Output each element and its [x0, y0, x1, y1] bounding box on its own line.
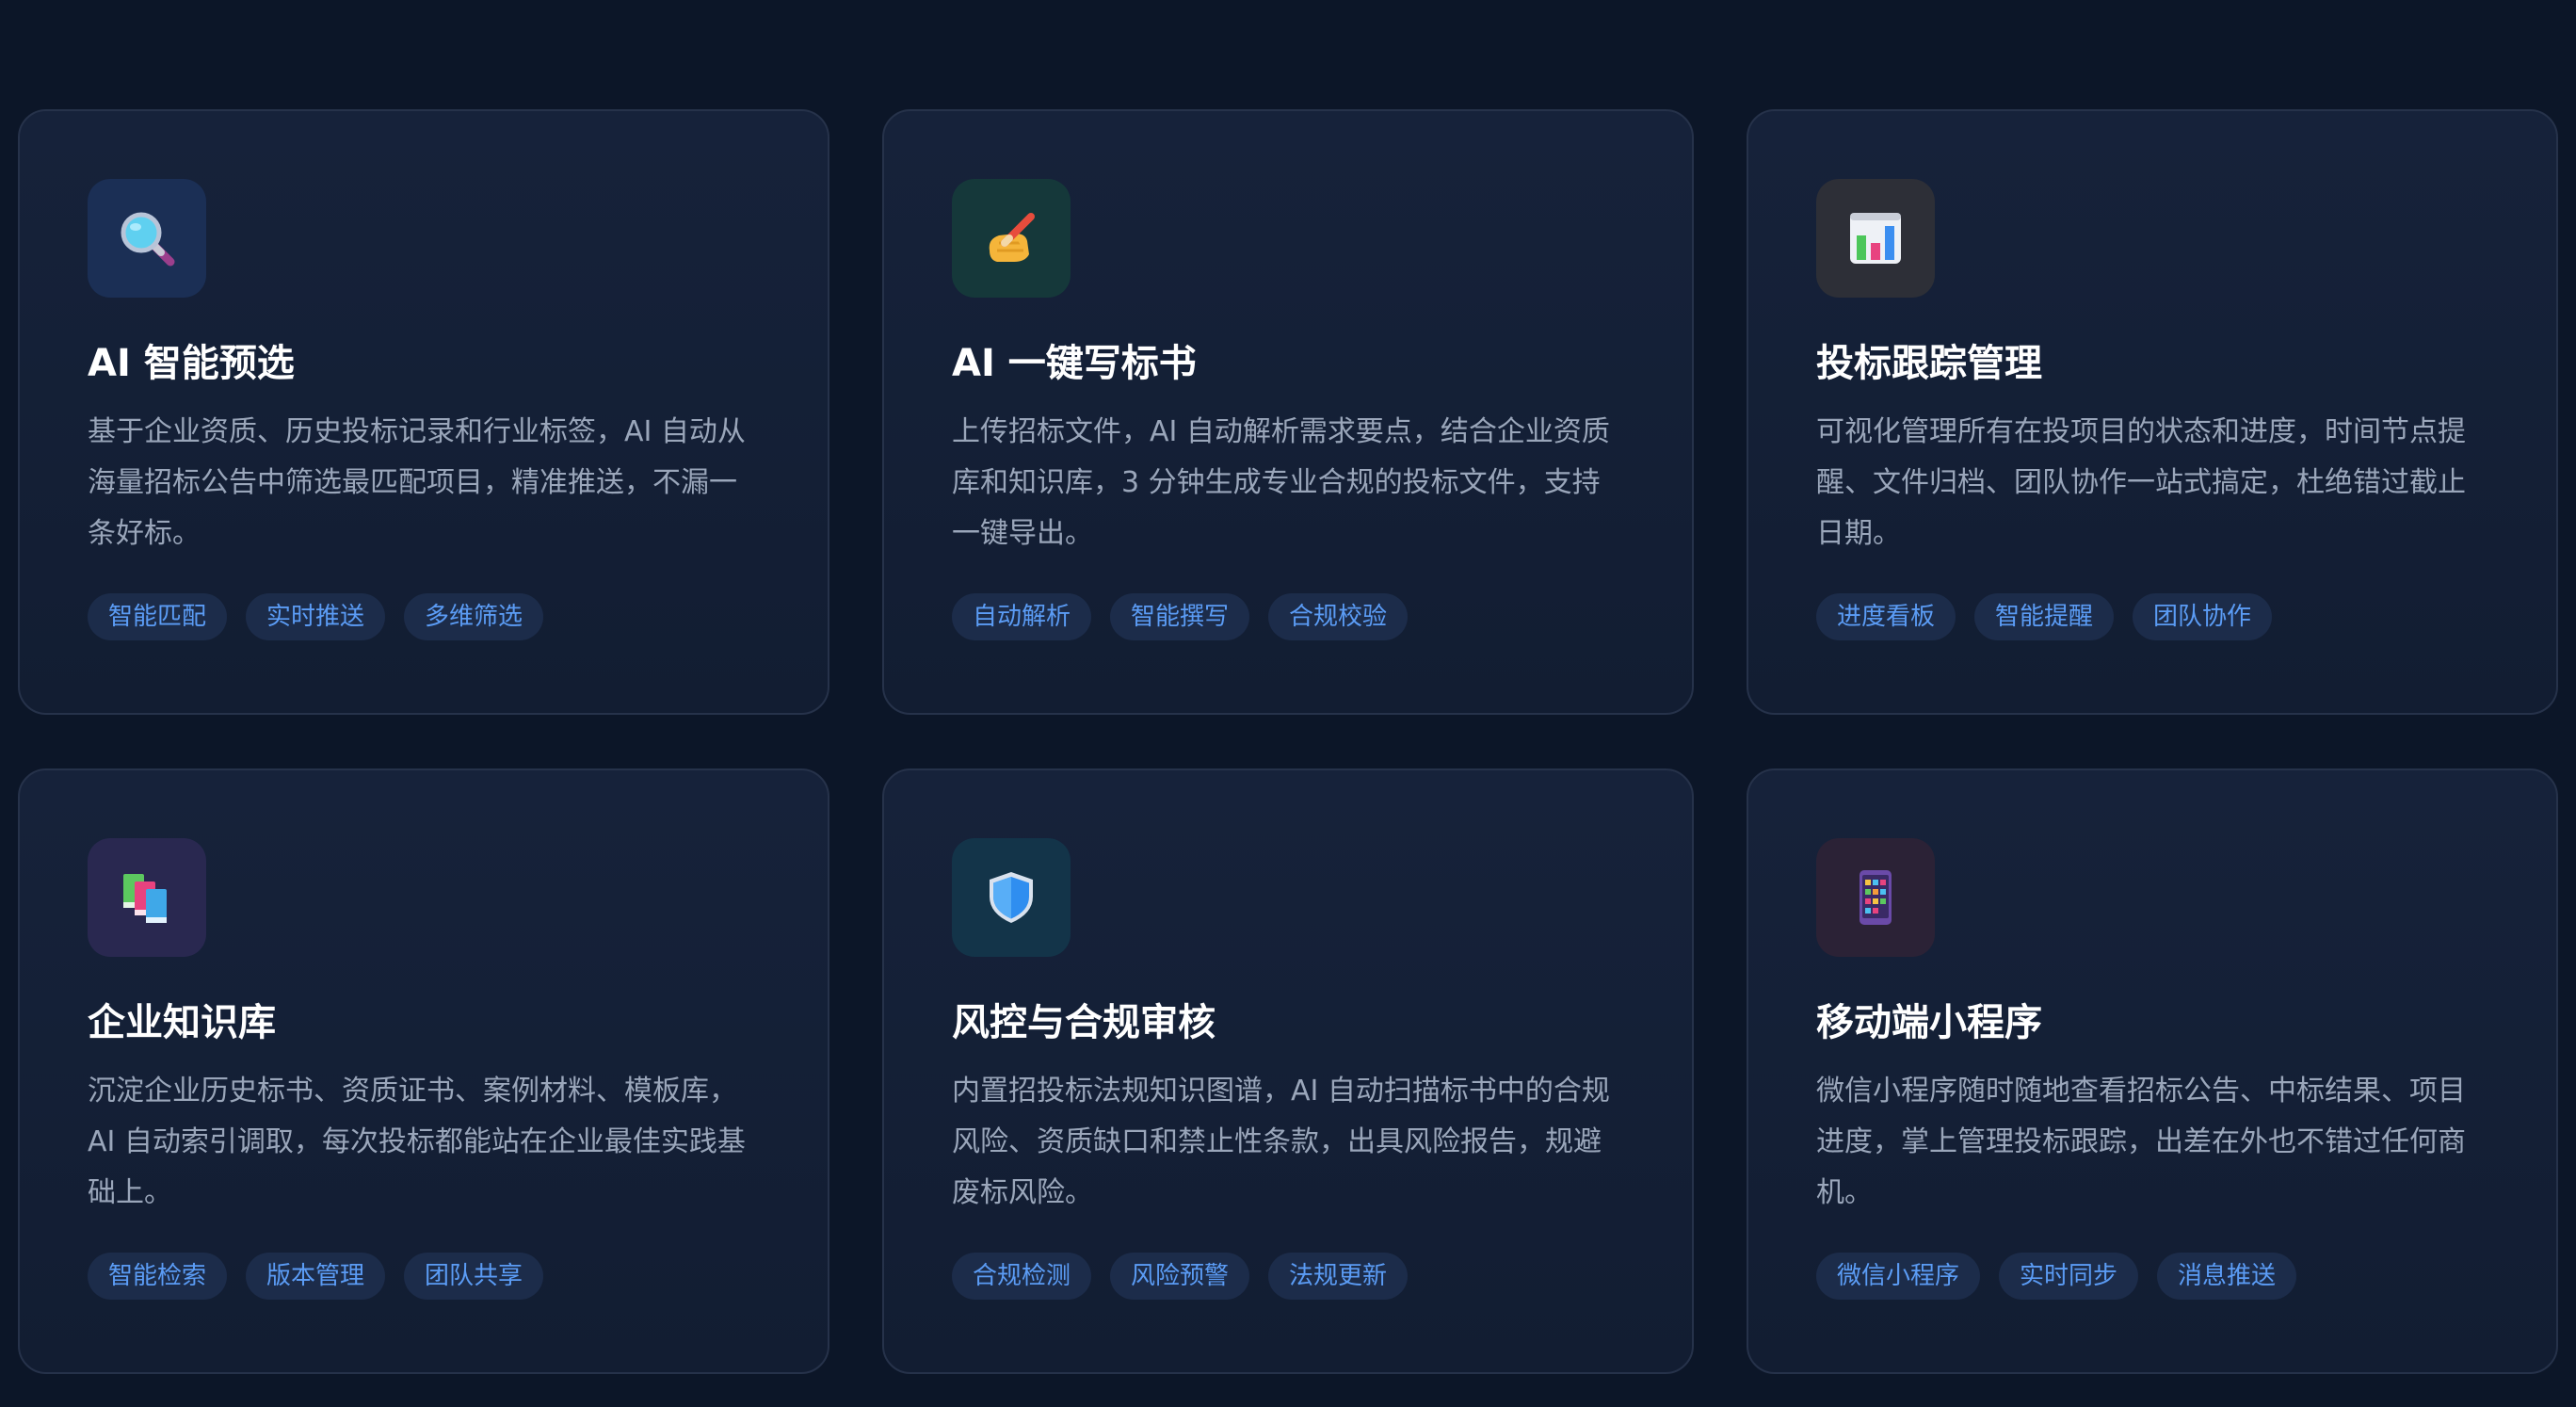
feature-tag[interactable]: 智能提醒 — [1974, 593, 2115, 640]
magnifier-icon — [121, 212, 175, 267]
feature-card-bid-tracking[interactable]: 投标跟踪管理 可视化管理所有在投项目的状态和进度，时间节点提醒、文件归档、团队协… — [1747, 109, 2558, 715]
feature-icon-box — [88, 179, 206, 298]
feature-title: 企业知识库 — [88, 1001, 276, 1044]
feature-tag[interactable]: 智能匹配 — [88, 593, 228, 640]
feature-tags: 自动解析 智能撰写 合规校验 — [952, 593, 1624, 640]
feature-description: 上传招标文件，AI 自动解析需求要点，结合企业资质库和知识库，3 分钟生成专业合… — [952, 415, 1610, 550]
feature-tag[interactable]: 实时推送 — [246, 593, 386, 640]
feature-tag[interactable]: 团队协作 — [2133, 593, 2273, 640]
feature-card-risk-compliance[interactable]: 风控与合规审核 内置招投标法规知识图谱，AI 自动扫描标书中的合规风险、资质缺口… — [882, 768, 1694, 1374]
feature-tag[interactable]: 智能检索 — [88, 1253, 228, 1300]
mobile-app-icon — [1860, 870, 1892, 925]
writing-hand-icon — [989, 213, 1035, 262]
feature-tag[interactable]: 智能撰写 — [1110, 593, 1250, 640]
feature-tags: 合规检测 风险预警 法规更新 — [952, 1253, 1624, 1300]
feature-card-ai-preselect[interactable]: AI 智能预选 基于企业资质、历史投标记录和行业标签，AI 自动从海量招标公告中… — [18, 109, 829, 715]
feature-title: AI 智能预选 — [88, 342, 295, 385]
feature-tags: 智能匹配 实时推送 多维筛选 — [88, 593, 760, 640]
feature-description: 基于企业资质、历史投标记录和行业标签，AI 自动从海量招标公告中筛选最匹配项目，… — [88, 415, 746, 550]
feature-card-knowledge-base[interactable]: 企业知识库 沉淀企业历史标书、资质证书、案例材料、模板库，AI 自动索引调取，每… — [18, 768, 829, 1374]
feature-description: 沉淀企业历史标书、资质证书、案例材料、模板库，AI 自动索引调取，每次投标都能站… — [88, 1075, 746, 1209]
feature-tag[interactable]: 实时同步 — [1999, 1253, 2139, 1300]
feature-tag[interactable]: 合规检测 — [952, 1253, 1092, 1300]
feature-tag[interactable]: 合规校验 — [1268, 593, 1409, 640]
feature-tag[interactable]: 法规更新 — [1268, 1253, 1409, 1300]
feature-icon-box — [952, 838, 1071, 957]
feature-card-mini-program[interactable]: 移动端小程序 微信小程序随时随地查看招标公告、中标结果、项目进度，掌上管理投标跟… — [1747, 768, 2558, 1374]
feature-tags: 微信小程序 实时同步 消息推送 — [1816, 1253, 2488, 1300]
feature-title: 移动端小程序 — [1816, 1001, 2042, 1044]
bar-chart-icon — [1850, 213, 1901, 264]
feature-icon-box — [88, 838, 206, 957]
feature-description: 可视化管理所有在投项目的状态和进度，时间节点提醒、文件归档、团队协作一站式搞定，… — [1816, 415, 2466, 550]
feature-icon-box — [1816, 179, 1935, 298]
feature-tag[interactable]: 微信小程序 — [1816, 1253, 1981, 1300]
feature-tags: 智能检索 版本管理 团队共享 — [88, 1253, 760, 1300]
feature-grid: AI 智能预选 基于企业资质、历史投标记录和行业标签，AI 自动从海量招标公告中… — [18, 109, 2559, 1374]
feature-tag[interactable]: 多维筛选 — [404, 593, 544, 640]
feature-tag[interactable]: 团队共享 — [404, 1253, 544, 1300]
feature-tag[interactable]: 消息推送 — [2157, 1253, 2297, 1300]
feature-tag[interactable]: 版本管理 — [246, 1253, 386, 1300]
books-icon — [123, 874, 167, 923]
feature-title: 风控与合规审核 — [952, 1001, 1216, 1044]
feature-tag[interactable]: 自动解析 — [952, 593, 1092, 640]
feature-title: 投标跟踪管理 — [1816, 342, 2042, 385]
feature-description: 内置招投标法规知识图谱，AI 自动扫描标书中的合规风险、资质缺口和禁止性条款，出… — [952, 1075, 1610, 1209]
feature-icon-box — [952, 179, 1071, 298]
feature-icon-box — [1816, 838, 1935, 957]
feature-tag[interactable]: 进度看板 — [1816, 593, 1956, 640]
feature-tags: 进度看板 智能提醒 团队协作 — [1816, 593, 2488, 640]
feature-description: 微信小程序随时随地查看招标公告、中标结果、项目进度，掌上管理投标跟踪，出差在外也… — [1816, 1075, 2466, 1209]
feature-card-ai-bid-writing[interactable]: AI 一键写标书 上传招标文件，AI 自动解析需求要点，结合企业资质库和知识库，… — [882, 109, 1694, 715]
feature-tag[interactable]: 风险预警 — [1110, 1253, 1250, 1300]
feature-title: AI 一键写标书 — [952, 342, 1197, 385]
shield-icon — [990, 872, 1033, 923]
